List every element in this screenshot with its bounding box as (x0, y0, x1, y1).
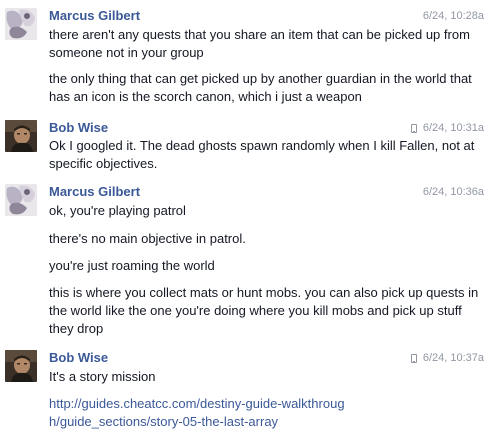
timestamp-group: 6/24, 10:37a (410, 351, 484, 365)
bob-wise-avatar[interactable] (5, 120, 37, 152)
sender-name[interactable]: Marcus Gilbert (49, 8, 140, 24)
message-text: there's no main objective in patrol. (49, 231, 246, 246)
message-text: ok, you're playing patrol (49, 203, 186, 218)
timestamp: 6/24, 10:36a (422, 186, 484, 198)
bob-wise-avatar[interactable] (5, 350, 37, 382)
marcus-gilbert-avatar[interactable] (5, 8, 37, 40)
sender-name[interactable]: Marcus Gilbert (49, 184, 140, 200)
message-text: It's a story mission (49, 369, 156, 384)
message-text: this is where you collect mats or hunt m… (49, 285, 479, 336)
timestamp: 6/24, 10:28a (422, 10, 484, 22)
message-text: Ok I googled it. The dead ghosts spawn r… (49, 138, 475, 171)
mobile-phone-icon (410, 123, 417, 133)
message-text: you're just roaming the world (49, 258, 215, 273)
mobile-phone-icon (410, 353, 417, 363)
message-link[interactable]: http://guides.cheatcc.com/destiny-guide-… (49, 396, 345, 429)
sender-name[interactable]: Bob Wise (49, 350, 108, 366)
marcus-gilbert-avatar[interactable] (5, 184, 37, 216)
message-text: the only thing that can get picked up by… (49, 71, 472, 104)
sender-name[interactable]: Bob Wise (49, 120, 108, 136)
message-text: there aren't any quests that you share a… (49, 27, 470, 60)
timestamp: 6/24, 10:31a (422, 122, 484, 134)
timestamp: 6/24, 10:37a (422, 352, 484, 364)
message-link-wrap: http://guides.cheatcc.com/destiny-guide-… (49, 395, 349, 431)
timestamp-group: 6/24, 10:31a (410, 121, 484, 135)
